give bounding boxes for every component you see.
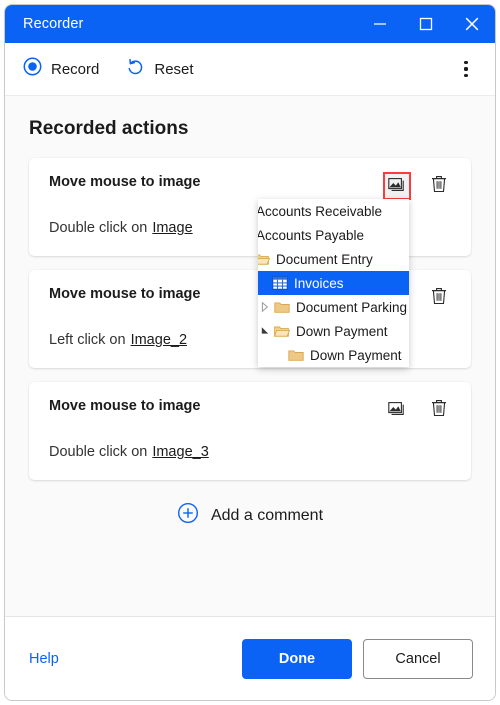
tree-item-label: Document Parking (296, 299, 408, 315)
tree-item-label: Document Entry (276, 251, 373, 267)
minimize-button[interactable] (357, 5, 403, 43)
record-button[interactable]: Record (23, 57, 99, 81)
add-comment-button[interactable]: Add a comment (5, 502, 495, 529)
delete-action-button[interactable] (425, 396, 453, 424)
close-button[interactable] (449, 5, 495, 43)
tree-popup-overlay[interactable]: Accounts Receivable Accounts Payable Doc… (258, 199, 409, 367)
reset-label: Reset (154, 60, 194, 78)
action-target-link[interactable]: Image_3 (152, 444, 208, 460)
action-target-link[interactable]: Image (152, 220, 192, 236)
more-options-button[interactable] (451, 54, 481, 84)
title-bar: Recorder (5, 5, 495, 43)
close-icon (464, 16, 480, 32)
plus-circle-icon (177, 502, 199, 529)
minimize-icon (373, 17, 387, 31)
folder-open-icon (272, 325, 292, 338)
maximize-icon (419, 17, 433, 31)
action-prefix: Double click on (49, 220, 148, 236)
more-vertical-icon-dot (464, 60, 468, 64)
action-card[interactable]: Move mouse to image (29, 382, 471, 480)
tree-item-down-payment[interactable]: Down Payment (258, 319, 409, 343)
tree-item-accounts-receivable[interactable]: Accounts Receivable (258, 199, 409, 223)
recorded-actions-list: Move mouse to image Double click on Imag… (5, 158, 495, 480)
reset-arrow-icon (125, 57, 145, 82)
chevron-down-icon[interactable] (258, 326, 272, 336)
trash-icon (431, 399, 447, 422)
action-card-description: Double click on Image_3 (49, 444, 453, 460)
record-circle-icon (23, 57, 42, 81)
action-prefix: Left click on (49, 332, 126, 348)
screenshot-button[interactable] (383, 172, 411, 200)
window-title: Recorder (23, 16, 84, 32)
tree-item-down-payment-child[interactable]: Down Payment (258, 343, 409, 367)
action-card-buttons (383, 172, 453, 200)
action-card-header: Move mouse to image (49, 398, 453, 424)
trash-icon (431, 175, 447, 198)
help-link[interactable]: Help (29, 651, 59, 667)
done-button[interactable]: Done (242, 638, 352, 679)
record-label: Record (51, 60, 100, 78)
action-prefix: Double click on (49, 444, 148, 460)
picture-icon (388, 400, 406, 421)
reset-button[interactable]: Reset (125, 57, 194, 82)
page-title: Recorded actions (29, 118, 189, 139)
delete-action-button[interactable] (425, 284, 453, 312)
more-vertical-icon-dot (464, 67, 468, 71)
trash-icon (431, 287, 447, 310)
tree-item-invoices[interactable]: Invoices (258, 271, 409, 295)
tree-item-accounts-payable[interactable]: Accounts Payable (258, 223, 409, 247)
window-controls (357, 5, 495, 43)
more-vertical-icon-dot (464, 74, 468, 78)
tree-item-label: Invoices (294, 275, 344, 291)
action-card-header: Move mouse to image (49, 172, 453, 200)
action-card-buttons (383, 396, 453, 424)
tree-item-label: Down Payment (310, 347, 402, 363)
chevron-right-icon[interactable] (258, 302, 272, 312)
picture-icon (388, 176, 406, 197)
action-card-title: Move mouse to image (49, 398, 201, 414)
folder-closed-icon (286, 349, 306, 362)
recorder-window: Recorder Record Reset Recorded actions M… (4, 4, 496, 701)
dialog-footer: Help Done Cancel (5, 616, 495, 700)
tree-item-label: Accounts Payable (258, 227, 365, 243)
toolbar: Record Reset (5, 43, 495, 96)
screenshot-button[interactable] (383, 396, 411, 424)
delete-action-button[interactable] (425, 172, 453, 200)
footer-buttons: Done Cancel (242, 638, 473, 679)
tree-item-label: Down Payment (296, 323, 388, 339)
action-card-title: Move mouse to image (49, 174, 201, 190)
maximize-button[interactable] (403, 5, 449, 43)
folder-open-icon (258, 253, 272, 266)
cancel-button[interactable]: Cancel (363, 638, 473, 679)
tree-item-document-entry[interactable]: Document Entry (258, 247, 409, 271)
action-target-link[interactable]: Image_2 (131, 332, 187, 348)
tree-item-label: Accounts Receivable (258, 203, 383, 219)
action-card-title: Move mouse to image (49, 286, 201, 302)
grid-table-icon (270, 276, 290, 290)
add-comment-label: Add a comment (210, 506, 324, 524)
content-area: Recorded actions Move mouse to image Dou… (5, 96, 495, 616)
tree-item-document-parking[interactable]: Document Parking (258, 295, 409, 319)
folder-closed-icon (272, 301, 292, 314)
